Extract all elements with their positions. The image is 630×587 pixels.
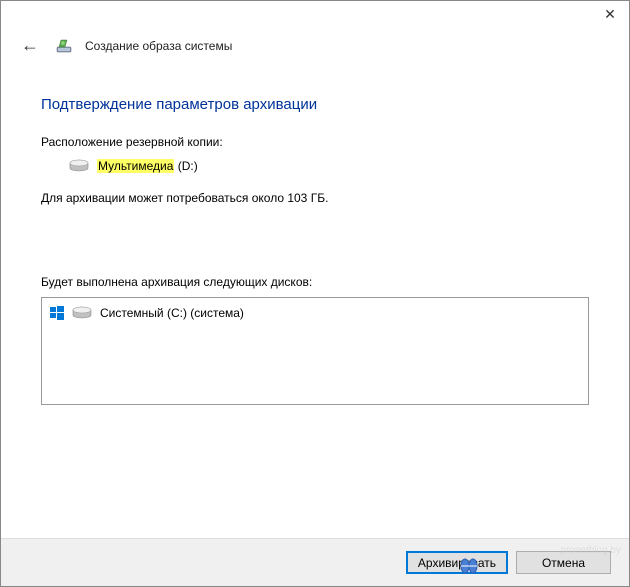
footer-bar: Архивировать Отмена [1,538,629,586]
titlebar: ✕ [1,1,629,33]
header-row: ← Создание образа системы [1,33,629,66]
location-suffix: (D:) [174,159,197,173]
archive-button[interactable]: Архивировать [406,551,508,574]
backup-location-text: Мультимедиа (D:) [97,159,198,173]
list-item[interactable]: Системный (C:) (система) [50,304,580,322]
page-heading: Подтверждение параметров архивации [41,96,589,113]
back-arrow-icon[interactable]: ← [17,33,43,58]
cancel-button[interactable]: Отмена [516,551,611,574]
drives-listbox[interactable]: Системный (C:) (система) [41,297,589,405]
drives-list-label: Будет выполнена архивация следующих диск… [41,275,589,289]
location-highlighted: Мультимедиа [97,159,174,173]
hard-drive-icon [72,306,92,320]
hard-drive-icon [69,159,89,173]
content-area: Подтверждение параметров архивации Распо… [1,66,629,405]
drive-name-text: Системный (C:) (система) [100,306,244,320]
backup-location-row: Мультимедиа (D:) [41,159,589,173]
app-icon [55,37,73,55]
close-button[interactable]: ✕ [603,7,617,21]
location-label: Расположение резервной копии: [41,135,589,149]
window-title: Создание образа системы [85,39,232,53]
windows-flag-icon [50,306,64,320]
size-estimate-text: Для архивации может потребоваться около … [41,191,589,205]
